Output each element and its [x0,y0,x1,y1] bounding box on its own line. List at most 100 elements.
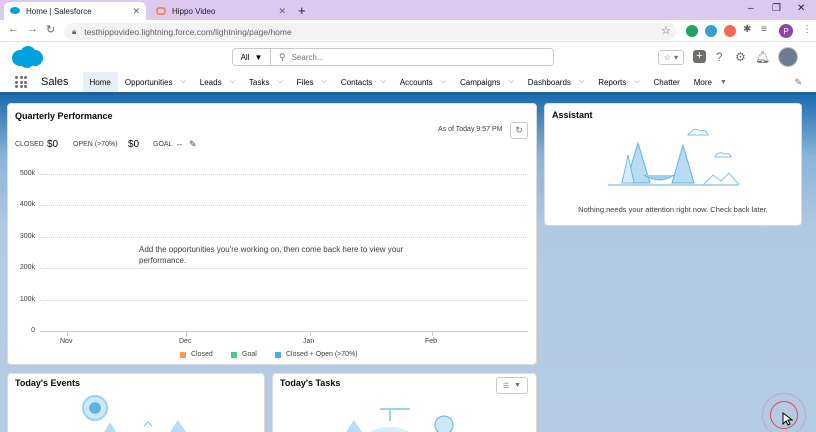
nav-item-label: Files [296,77,314,87]
camping-illustration [598,125,748,197]
refresh-button[interactable]: ↻ [510,122,528,139]
chevron-down-icon[interactable]: ⌵ [508,78,513,86]
nav-item-label: Campaigns [459,77,501,87]
nav-item-label: Leads [199,77,222,87]
favorites-button[interactable]: ☆ ▾ [658,50,684,65]
profile-avatar[interactable]: P [779,24,793,38]
forward-icon[interactable]: → [27,23,38,35]
setup-gear-icon[interactable]: ⚙ [735,50,746,64]
legend-item[interactable]: Closed [180,351,213,358]
x-tick-mark [432,332,433,336]
url-text: testhippovideo.lightning.force.com/light… [84,26,292,37]
nav-item-dashboards[interactable]: Dashboards ⌵ [521,71,591,94]
tab-hippo-video[interactable]: Hippo Video ✕ [150,2,292,20]
legend-swatch [231,351,237,358]
legend-item[interactable]: Goal [231,351,257,358]
nav-item-reports[interactable]: Reports ⌵ [591,71,646,94]
lock-icon: 🔒︎ [72,26,77,36]
search-scope-dropdown[interactable]: All ▼ [233,49,271,65]
x-tick-label: Dec [179,338,192,345]
chevron-down-icon[interactable]: ⌵ [277,78,282,86]
minimize-button[interactable]: – [748,3,754,14]
extensions-puzzle-icon[interactable]: ✱ [743,24,751,35]
app-name: Sales [41,76,69,88]
chevron-down-icon[interactable]: ⌵ [634,78,639,86]
salesforce-logo[interactable] [10,46,44,68]
chevron-down-icon[interactable]: ⌵ [441,78,446,86]
chevron-down-icon[interactable]: ⌵ [380,78,385,86]
open-value: $0 [128,139,140,150]
chevron-down-icon[interactable]: ⌵ [180,78,185,86]
app-navigation-bar: Sales Home Opportunities ⌵ Leads ⌵ Tasks ⌵ … [0,72,816,95]
x-tick-label: Jan [303,338,315,345]
legend-label: Closed [191,351,213,358]
legend-swatch [180,351,186,358]
y-tick-label: 300k [19,232,35,240]
nav-item-home[interactable]: Home [82,72,118,95]
nav-item-label: Reports [598,77,627,87]
extension-icon[interactable] [705,25,717,37]
closed-label: CLOSED [15,141,44,148]
chevron-down-icon[interactable]: ⌵ [230,78,235,86]
edit-nav-pencil-icon[interactable]: ✎ [794,77,802,88]
nav-item-label: Chatter [653,77,680,87]
address-bar[interactable]: 🔒︎ testhippovideo.lightning.force.com/li… [64,23,676,40]
nav-item-label: Contacts [340,77,373,87]
close-window-button[interactable]: ✕ [797,3,805,14]
help-icon[interactable]: ? [716,50,723,64]
nav-item-opportunities[interactable]: Opportunities ⌵ [118,71,193,94]
x-tick-mark [310,332,311,336]
nav-item-contacts[interactable]: Contacts ⌵ [334,71,393,94]
close-tab-icon[interactable]: ✕ [278,6,286,17]
nav-item-label: Dashboards [527,77,571,87]
nav-item-campaigns[interactable]: Campaigns ⌵ [453,71,521,94]
card-title: Quarterly Performance [15,111,113,121]
chevron-down-icon: ▼ [720,78,727,86]
close-tab-icon[interactable]: ✕ [132,6,140,17]
open-label: OPEN (>70%) [73,141,118,148]
nav-item-label: More [693,77,712,87]
browser-menu-icon[interactable]: ⋮ [802,24,812,35]
y-tick-label: 0 [31,327,35,334]
nav-item-tasks[interactable]: Tasks ⌵ [242,71,290,94]
user-avatar[interactable] [778,47,798,67]
tab-title: Home | Salesforce [26,6,92,16]
nav-item-accounts[interactable]: Accounts ⌵ [393,71,453,94]
tab-salesforce-home[interactable]: Home | Salesforce ✕ [4,2,146,20]
nav-item-chatter[interactable]: Chatter [647,71,687,94]
x-tick-mark [186,332,187,336]
nav-item-leads[interactable]: Leads ⌵ [193,71,242,94]
chevron-down-icon: ▾ [674,53,679,62]
salesforce-cloud-icon [10,6,20,16]
task-filter-button[interactable]: ☰ ▼ [496,377,528,394]
edit-goal-pencil-icon[interactable]: ✎ [189,139,197,150]
chevron-down-icon[interactable]: ⌵ [579,78,584,86]
back-icon[interactable]: ← [8,23,19,35]
refresh-icon: ↻ [515,125,523,135]
chevron-down-icon[interactable]: ⌵ [322,78,327,86]
bookmark-star-icon[interactable]: ☆ [661,24,671,37]
grid-line [40,331,528,332]
goal-label: GOAL [153,141,173,148]
chevron-down-icon: ▼ [254,52,263,62]
goal-value: -- [177,140,183,149]
y-tick-label: 500k [19,170,35,177]
notifications-bell-icon[interactable]: 🔔︎ [755,50,770,64]
nav-item-more[interactable]: More ▼ [687,71,734,94]
y-tick-label: 200k [19,264,35,272]
app-launcher-icon[interactable] [15,76,27,88]
search-input[interactable] [285,52,553,62]
legend-item[interactable]: Closed + Open (>70%) [275,351,358,358]
star-icon: ☆ [663,53,672,62]
as-of-timestamp: As of Today 9:57 PM [438,126,503,133]
grid-line [40,268,528,270]
nav-item-files[interactable]: Files ⌵ [290,71,334,94]
new-tab-button[interactable]: + [298,3,306,18]
reload-icon[interactable]: ↻ [46,23,55,36]
global-actions-add-icon[interactable]: + [693,50,706,63]
extension-hippo-icon[interactable] [724,25,736,37]
maximize-button[interactable]: ❐ [772,3,781,14]
extension-grammarly-icon[interactable] [686,25,698,37]
media-control-icon[interactable]: ≡ [761,24,767,35]
nav-item-label: Home [89,77,111,87]
